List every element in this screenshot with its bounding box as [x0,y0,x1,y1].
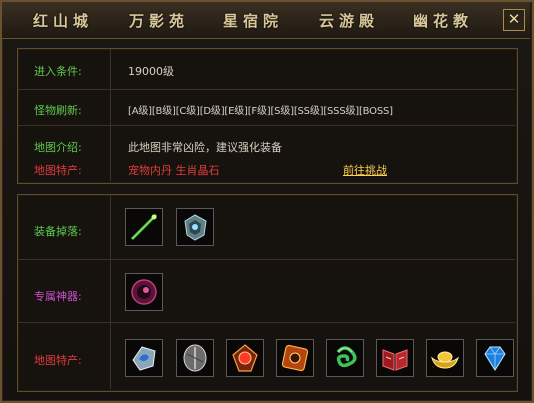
info-panel: 进入条件: 19000级 怪物刷新: [A级][B级][C级][D级][E级][… [17,48,518,184]
entry-condition-label: 进入条件: [34,65,82,78]
tab-youhuajiao[interactable]: 幽花教 [402,8,484,34]
blue-diamond-icon[interactable] [476,339,514,377]
dark-orb-icon[interactable] [125,273,163,311]
armor-gauntlet-icon[interactable] [176,208,214,246]
map-produce-items-label: 地图特产: [34,354,82,367]
green-staff-icon[interactable] [125,208,163,246]
map-produce-value: 宠物内丹 生肖晶石 [128,164,220,177]
gold-ingot-icon[interactable] [426,339,464,377]
monster-refresh-label: 怪物刷新: [34,104,82,117]
red-scroll-book-icon[interactable] [376,339,414,377]
tab-wanyingyuan[interactable]: 万影苑 [118,8,200,34]
divider [18,259,515,260]
map-tab-bar: 红山城 万影苑 星宿院 云游殿 幽花教 ✕ [2,2,530,39]
drops-panel: 装备掉落: 专属神器: 地图特产: [17,194,518,392]
divider [110,195,111,389]
blue-rune-stone-icon[interactable] [125,339,163,377]
divider [110,49,111,181]
map-intro-label: 地图介绍: [34,141,82,154]
tab-yunyoudian[interactable]: 云游殿 [308,8,390,34]
close-button[interactable]: ✕ [503,9,525,31]
tab-xingsuyuan[interactable]: 星宿院 [212,8,294,34]
orange-rune-tile-icon[interactable] [276,339,314,377]
equipment-drop-label: 装备掉落: [34,225,82,238]
map-intro-value: 此地图非常凶险，建议强化装备 [128,141,282,154]
divider [18,125,515,126]
map-produce-label: 地图特产: [34,164,82,177]
monster-refresh-value: [A级][B级][C级][D级][E级][F级][S级][SS级][SSS级][… [128,106,393,117]
red-gem-medal-icon[interactable] [226,339,264,377]
entry-condition-value: 19000级 [128,65,174,78]
divider [18,322,515,323]
divider [18,89,515,90]
exclusive-artifact-label: 专属神器: [34,290,82,303]
green-jade-knot-icon[interactable] [326,339,364,377]
go-challenge-link[interactable]: 前往挑战 [343,162,387,178]
tab-hongshancheng[interactable]: 红山城 [22,8,104,34]
silver-shield-stone-icon[interactable] [176,339,214,377]
